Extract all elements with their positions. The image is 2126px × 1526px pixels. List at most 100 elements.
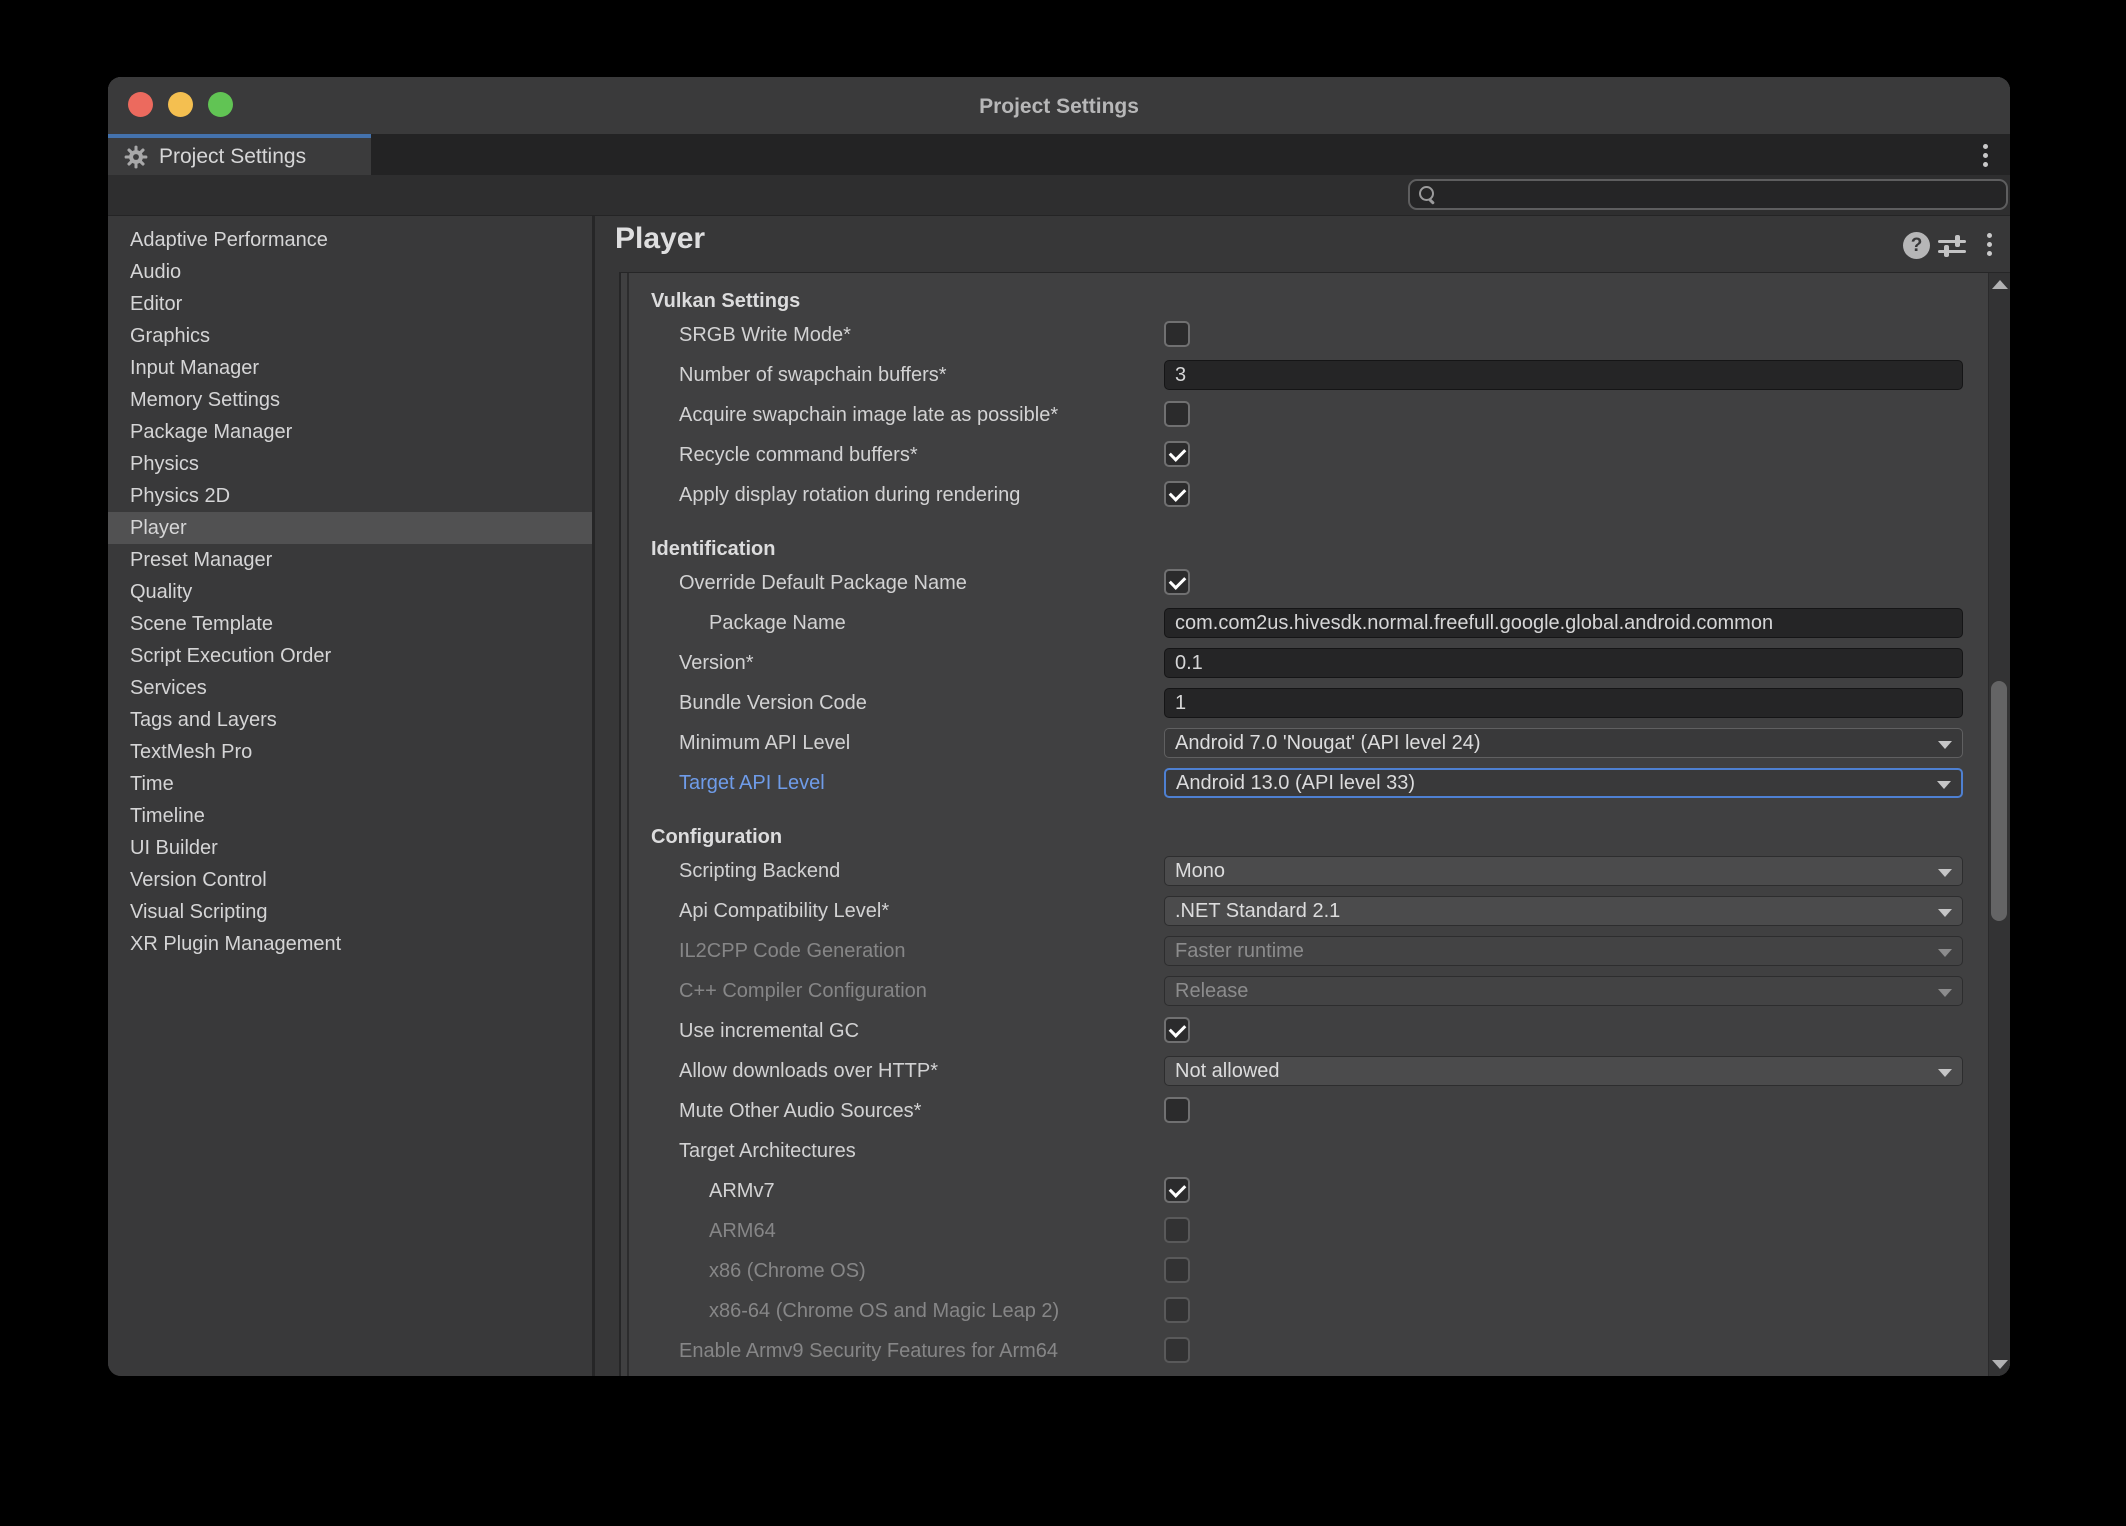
settings-scroll-panel: Vulkan SettingsSRGB Write Mode*Number of… xyxy=(619,272,2010,1376)
settings-row: Override Default Package Name xyxy=(621,563,1988,603)
scroll-up-arrow-icon[interactable] xyxy=(1992,280,2008,289)
sidebar-item-quality[interactable]: Quality xyxy=(108,576,592,608)
sidebar-item-preset-manager[interactable]: Preset Manager xyxy=(108,544,592,576)
help-icon[interactable]: ? xyxy=(1903,232,1930,259)
sidebar-item-visual-scripting[interactable]: Visual Scripting xyxy=(108,896,592,928)
checkbox[interactable] xyxy=(1164,1177,1190,1203)
settings-row: Package Namecom.com2us.hivesdk.normal.fr… xyxy=(621,603,1988,643)
sidebar-item-time[interactable]: Time xyxy=(108,768,592,800)
dropdown: Release xyxy=(1164,976,1963,1006)
settings-sidebar: Adaptive PerformanceAudioEditorGraphicsI… xyxy=(108,216,592,1376)
sidebar-item-physics[interactable]: Physics xyxy=(108,448,592,480)
presets-icon[interactable] xyxy=(1938,234,1966,258)
tab-project-settings[interactable]: Project Settings xyxy=(108,134,371,175)
dropdown[interactable]: Android 7.0 'Nougat' (API level 24) xyxy=(1164,728,1963,758)
settings-row: Scripting BackendMono xyxy=(621,851,1988,891)
checkbox[interactable] xyxy=(1164,569,1190,595)
text-field[interactable]: 3 xyxy=(1164,360,1963,390)
checkbox[interactable] xyxy=(1164,481,1190,507)
sidebar-item-memory-settings[interactable]: Memory Settings xyxy=(108,384,592,416)
text-field[interactable]: 0.1 xyxy=(1164,648,1963,678)
row-label: Bundle Version Code xyxy=(679,683,867,723)
kebab-menu-icon[interactable] xyxy=(1974,140,1996,170)
sidebar-item-timeline[interactable]: Timeline xyxy=(108,800,592,832)
section-title: Configuration xyxy=(621,815,1988,851)
text-field[interactable]: 1 xyxy=(1164,688,1963,718)
row-control: Release xyxy=(1164,976,1963,1006)
scroll-down-arrow-icon[interactable] xyxy=(1992,1360,2008,1369)
row-label: x86 (Chrome OS) xyxy=(709,1251,866,1291)
settings-row: Target Architectures xyxy=(621,1131,1988,1171)
checkbox[interactable] xyxy=(1164,441,1190,467)
settings-row: Mute Other Audio Sources* xyxy=(621,1091,1988,1131)
page-title: Player xyxy=(615,222,705,256)
row-control: Mono xyxy=(1164,856,1963,886)
sidebar-item-input-manager[interactable]: Input Manager xyxy=(108,352,592,384)
main-area: Adaptive PerformanceAudioEditorGraphicsI… xyxy=(108,216,2010,1376)
vertical-scrollbar[interactable] xyxy=(1988,273,2010,1376)
section-title: Vulkan Settings xyxy=(621,279,1988,315)
dropdown[interactable]: Android 13.0 (API level 33) xyxy=(1164,768,1963,798)
sidebar-item-adaptive-performance[interactable]: Adaptive Performance xyxy=(108,224,592,256)
row-label: Acquire swapchain image late as possible… xyxy=(679,395,1058,435)
settings-row: Use incremental GC xyxy=(621,1011,1988,1051)
settings-row: Target API LevelAndroid 13.0 (API level … xyxy=(621,763,1988,803)
row-label: Recycle command buffers* xyxy=(679,435,918,475)
row-control: Android 7.0 'Nougat' (API level 24) xyxy=(1164,728,1963,758)
settings-row: Apply display rotation during rendering xyxy=(621,475,1988,515)
row-label: Override Default Package Name xyxy=(679,563,967,603)
sidebar-item-ui-builder[interactable]: UI Builder xyxy=(108,832,592,864)
section-configuration: ConfigurationScripting BackendMonoApi Co… xyxy=(621,815,1988,1371)
sidebar-item-textmesh-pro[interactable]: TextMesh Pro xyxy=(108,736,592,768)
settings-row: ARMv7 xyxy=(621,1171,1988,1211)
sidebar-item-player[interactable]: Player xyxy=(108,512,592,544)
scrollbar-thumb[interactable] xyxy=(1991,681,2007,921)
search-row xyxy=(108,175,2010,216)
dropdown[interactable]: Not allowed xyxy=(1164,1056,1963,1086)
row-control xyxy=(1164,568,1963,598)
checkbox xyxy=(1164,1217,1190,1243)
sidebar-item-tags-and-layers[interactable]: Tags and Layers xyxy=(108,704,592,736)
row-control xyxy=(1164,1216,1963,1246)
settings-row: IL2CPP Code GenerationFaster runtime xyxy=(621,931,1988,971)
row-label: C++ Compiler Configuration xyxy=(679,971,927,1011)
sidebar-item-audio[interactable]: Audio xyxy=(108,256,592,288)
row-label: Use incremental GC xyxy=(679,1011,859,1051)
settings-row: Allow downloads over HTTP* Not allowed xyxy=(621,1051,1988,1091)
row-label: SRGB Write Mode* xyxy=(679,315,851,355)
row-control: 3 xyxy=(1164,360,1963,390)
sidebar-item-package-manager[interactable]: Package Manager xyxy=(108,416,592,448)
kebab-menu-icon[interactable] xyxy=(1978,229,2000,259)
settings-content: Vulkan SettingsSRGB Write Mode*Number of… xyxy=(621,273,1988,1376)
text-field[interactable]: com.com2us.hivesdk.normal.freefull.googl… xyxy=(1164,608,1963,638)
dropdown[interactable]: .NET Standard 2.1 xyxy=(1164,896,1963,926)
row-label: Allow downloads over HTTP* xyxy=(679,1051,938,1091)
row-label: Version* xyxy=(679,643,754,683)
sidebar-item-editor[interactable]: Editor xyxy=(108,288,592,320)
row-control: .NET Standard 2.1 xyxy=(1164,896,1963,926)
checkbox[interactable] xyxy=(1164,1097,1190,1123)
row-control xyxy=(1164,1256,1963,1286)
search-icon xyxy=(1419,186,1434,201)
sidebar-item-scene-template[interactable]: Scene Template xyxy=(108,608,592,640)
sidebar-item-version-control[interactable]: Version Control xyxy=(108,864,592,896)
sidebar-item-physics-2d[interactable]: Physics 2D xyxy=(108,480,592,512)
row-control xyxy=(1164,1336,1963,1366)
row-control: Not allowed xyxy=(1164,1056,1963,1086)
checkbox[interactable] xyxy=(1164,321,1190,347)
sidebar-item-script-execution-order[interactable]: Script Execution Order xyxy=(108,640,592,672)
row-control xyxy=(1164,1176,1963,1206)
row-control xyxy=(1164,440,1963,470)
sidebar-item-graphics[interactable]: Graphics xyxy=(108,320,592,352)
row-label: Apply display rotation during rendering xyxy=(679,475,1020,515)
checkbox[interactable] xyxy=(1164,1017,1190,1043)
settings-row: C++ Compiler Configuration Release xyxy=(621,971,1988,1011)
row-control xyxy=(1164,1296,1963,1326)
checkbox[interactable] xyxy=(1164,401,1190,427)
sidebar-item-xr-plugin-management[interactable]: XR Plugin Management xyxy=(108,928,592,960)
sidebar-item-services[interactable]: Services xyxy=(108,672,592,704)
player-panel: Player ? Vulkan SettingsSRGB Write Mode*… xyxy=(595,216,2010,1376)
dropdown[interactable]: Mono xyxy=(1164,856,1963,886)
titlebar: Project Settings xyxy=(108,77,2010,134)
search-input[interactable] xyxy=(1408,179,2008,210)
